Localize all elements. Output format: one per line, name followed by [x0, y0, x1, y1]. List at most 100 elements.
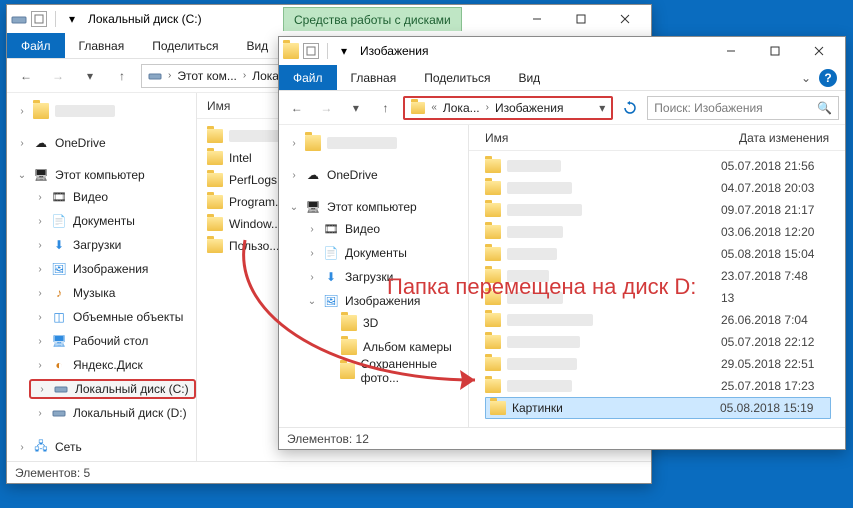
tree-3d[interactable]: 3D: [319, 313, 468, 333]
ribbon-context-tab[interactable]: Средства работы с дисками: [283, 7, 462, 31]
list-item[interactable]: 04.07.2018 20:03: [485, 177, 831, 199]
status-bar: Элементов: 5: [7, 461, 651, 483]
search-input[interactable]: Поиск: Изобажения 🔍: [647, 96, 839, 120]
ribbon-expand-icon[interactable]: ⌄: [801, 71, 811, 85]
column-header-date[interactable]: Дата изменения: [739, 131, 829, 145]
list-item[interactable]: 09.07.2018 21:17: [485, 199, 831, 221]
breadcrumb[interactable]: Изобажения: [495, 101, 563, 115]
document-icon: 📄: [51, 213, 67, 229]
tree-item-blurred[interactable]: ›: [11, 101, 196, 121]
drive-icon: [53, 381, 69, 397]
breadcrumb[interactable]: Лока...: [443, 101, 480, 115]
qat-chevron-icon[interactable]: ▾: [64, 11, 80, 27]
folder-icon: [485, 291, 501, 305]
folder-icon: [411, 102, 425, 114]
folder-icon: [33, 103, 49, 119]
tree-yandex-disk[interactable]: ›◐Яндекс.Диск: [29, 355, 196, 375]
minimize-button[interactable]: [709, 37, 753, 65]
folder-icon: [485, 225, 501, 239]
list-item[interactable]: 26.06.2018 7:04: [485, 309, 831, 331]
folder-icon: [485, 159, 501, 173]
address-dropdown-icon[interactable]: ▾: [599, 101, 605, 115]
list-item[interactable]: 05.07.2018 22:12: [485, 331, 831, 353]
content-pane: Имя Дата изменения 05.07.2018 21:5604.07…: [469, 125, 845, 427]
nav-forward-button[interactable]: →: [315, 95, 339, 121]
help-icon[interactable]: ?: [819, 69, 837, 87]
list-item[interactable]: 05.08.2018 15:04: [485, 243, 831, 265]
nav-up-button[interactable]: ↑: [109, 63, 135, 89]
address-bar[interactable]: « Лока... › Изобажения ▾: [403, 96, 613, 120]
folder-icon: [485, 269, 501, 283]
tree-desktop[interactable]: ›🖥Рабочий стол: [29, 331, 196, 351]
tree-network[interactable]: ›🖧Сеть: [11, 437, 196, 457]
tree-downloads[interactable]: ›⬇Загрузки: [29, 235, 196, 255]
tree-item-blurred[interactable]: ›: [283, 133, 468, 153]
tab-home[interactable]: Главная: [337, 65, 411, 90]
pc-icon: 🖥: [33, 167, 49, 183]
drive-icon: [11, 11, 27, 27]
folder-icon: [485, 313, 501, 327]
tree-documents[interactable]: ›📄Документы: [29, 211, 196, 231]
refresh-button[interactable]: [619, 96, 641, 120]
picture-icon: 🖼: [323, 293, 339, 309]
maximize-button[interactable]: [559, 5, 603, 33]
tree-camera-roll[interactable]: Альбом камеры: [319, 337, 468, 357]
folder-icon: [340, 363, 355, 379]
qat-button[interactable]: [303, 43, 319, 59]
folder-icon: [207, 173, 223, 187]
tab-view[interactable]: Вид: [504, 65, 554, 90]
list-item[interactable]: 23.07.2018 7:48: [485, 265, 831, 287]
nav-back-button[interactable]: ←: [13, 63, 39, 89]
chevron-right-icon: ›: [168, 70, 171, 81]
close-button[interactable]: [797, 37, 841, 65]
nav-forward-button[interactable]: →: [45, 63, 71, 89]
tree-downloads[interactable]: ›⬇Загрузки: [301, 267, 468, 287]
tree-music[interactable]: ›♪Музыка: [29, 283, 196, 303]
tree-videos[interactable]: ›🎞Видео: [301, 219, 468, 239]
column-header-name[interactable]: Имя: [485, 131, 715, 145]
list-item[interactable]: Картинки05.08.2018 15:19: [485, 397, 831, 419]
tab-share[interactable]: Поделиться: [410, 65, 504, 90]
window-images: ▾ Изобажения Файл Главная Поделиться Вид…: [278, 36, 846, 450]
tab-file[interactable]: Файл: [279, 65, 337, 90]
tree-onedrive[interactable]: ›☁OneDrive: [11, 133, 196, 153]
list-item[interactable]: 25.07.2018 17:23: [485, 375, 831, 397]
list-item[interactable]: 05.07.2018 21:56: [485, 155, 831, 177]
item-name: [507, 380, 572, 392]
list-item[interactable]: 03.06.2018 12:20: [485, 221, 831, 243]
tree-this-pc[interactable]: ⌄🖥Этот компьютер: [283, 197, 468, 217]
maximize-button[interactable]: [753, 37, 797, 65]
tab-home[interactable]: Главная: [65, 33, 139, 58]
tree-drive-c[interactable]: ›Локальный диск (C:): [29, 379, 196, 399]
tree-pictures[interactable]: ›🖼Изображения: [29, 259, 196, 279]
folder-icon: [207, 239, 223, 253]
tree-3dobjects[interactable]: ›◫Объемные объекты: [29, 307, 196, 327]
tree-this-pc[interactable]: ⌄🖥Этот компьютер: [11, 165, 196, 185]
tree-documents[interactable]: ›📄Документы: [301, 243, 468, 263]
list-item[interactable]: 13: [485, 287, 831, 309]
nav-recent-button[interactable]: ▾: [77, 63, 103, 89]
list-item[interactable]: 29.05.2018 22:51: [485, 353, 831, 375]
tree-drive-d[interactable]: ›Локальный диск (D:): [29, 403, 196, 423]
video-icon: 🎞: [51, 189, 67, 205]
tab-view[interactable]: Вид: [232, 33, 282, 58]
tree-saved-photos[interactable]: Сохраненные фото...: [319, 361, 468, 381]
tree-onedrive[interactable]: ›☁OneDrive: [283, 165, 468, 185]
close-button[interactable]: [603, 5, 647, 33]
video-icon: 🎞: [323, 221, 339, 237]
tab-file[interactable]: Файл: [7, 33, 65, 58]
minimize-button[interactable]: [515, 5, 559, 33]
nav-back-button[interactable]: ←: [285, 95, 309, 121]
item-date: 13: [721, 291, 831, 305]
nav-recent-button[interactable]: ▾: [344, 95, 368, 121]
breadcrumb[interactable]: Этот ком...: [177, 69, 237, 83]
qat-chevron-icon[interactable]: ▾: [336, 43, 352, 59]
qat-button[interactable]: [31, 11, 47, 27]
search-icon: 🔍: [817, 101, 832, 115]
tab-share[interactable]: Поделиться: [138, 33, 232, 58]
nav-up-button[interactable]: ↑: [374, 95, 398, 121]
tree-videos[interactable]: ›🎞Видео: [29, 187, 196, 207]
folder-icon: [207, 195, 223, 209]
folder-icon: [207, 129, 223, 143]
tree-pictures[interactable]: ⌄🖼Изображения: [301, 291, 468, 311]
